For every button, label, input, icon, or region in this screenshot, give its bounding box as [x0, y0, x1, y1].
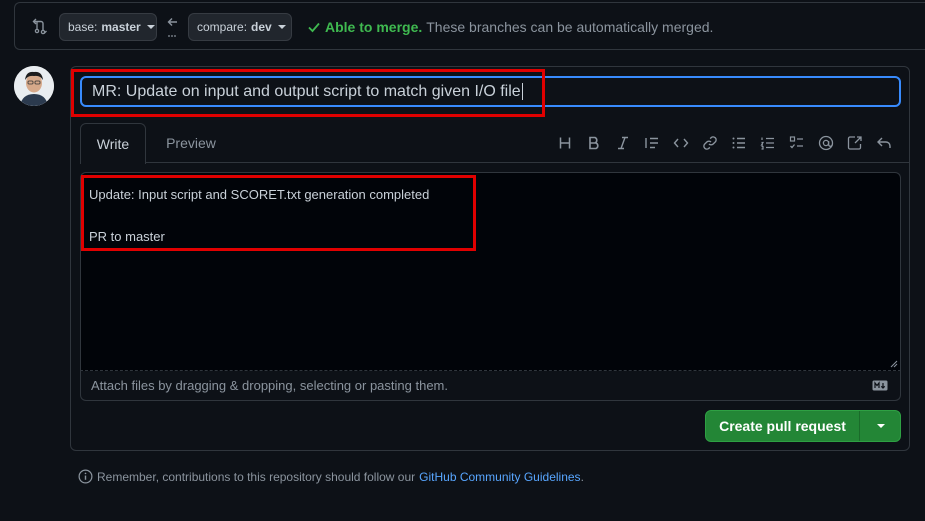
contribution-note-suffix: . [580, 469, 584, 484]
markdown-icon[interactable] [872, 380, 888, 391]
ordered-list-button[interactable] [753, 132, 782, 154]
create-pull-request-label: Create pull request [719, 418, 846, 434]
create-pull-request-button[interactable]: Create pull request [706, 411, 860, 441]
reply-button[interactable] [869, 132, 898, 154]
link-icon [702, 136, 717, 150]
heading-button[interactable] [550, 132, 579, 154]
unordered-list-button[interactable] [724, 132, 753, 154]
merge-status-ok: Able to merge. [325, 19, 423, 35]
quote-icon [644, 137, 658, 149]
code-button[interactable] [666, 132, 695, 154]
avatar[interactable] [14, 66, 54, 106]
mention-icon [818, 135, 833, 151]
pr-body-line: PR to master [89, 229, 165, 244]
cross-reference-button[interactable] [840, 132, 869, 154]
tab-write[interactable]: Write [80, 123, 146, 164]
attach-files-hint: Attach files by dragging & dropping, sel… [91, 378, 448, 393]
attach-files-bar[interactable]: Attach files by dragging & dropping, sel… [80, 371, 901, 401]
tab-preview-label: Preview [166, 135, 216, 151]
ordered-list-icon [759, 137, 774, 150]
chevron-down-icon [277, 25, 286, 29]
compare-branch-value: dev [251, 20, 272, 34]
italic-icon [617, 136, 628, 150]
cross-reference-icon [847, 136, 862, 150]
chevron-down-icon [877, 424, 885, 428]
mention-button[interactable] [811, 132, 840, 154]
create-options-dropdown-button[interactable] [860, 411, 900, 441]
info-icon [78, 469, 93, 484]
pr-body-textarea[interactable]: Update: Input script and SCORET.txt gene… [80, 172, 901, 371]
pr-title-input[interactable]: MR: Update on input and output script to… [80, 76, 901, 107]
resize-handle-icon[interactable] [890, 360, 898, 368]
code-icon [673, 138, 688, 148]
italic-button[interactable] [608, 132, 637, 154]
contribution-note: Remember, contributions to this reposito… [78, 469, 584, 484]
base-branch-button[interactable]: base: master [59, 13, 157, 41]
check-icon [308, 22, 320, 33]
heading-icon [559, 137, 570, 149]
base-branch-value: master [101, 20, 141, 34]
compare-branch-button[interactable]: compare: dev [188, 13, 292, 41]
unordered-list-icon [732, 137, 745, 149]
chevron-down-icon [146, 25, 155, 29]
task-list-button[interactable] [782, 132, 811, 154]
pr-body-line [89, 205, 892, 226]
compare-branch-label: compare: [197, 20, 248, 34]
reply-icon [876, 137, 891, 148]
task-list-icon [789, 136, 803, 149]
base-branch-label: base: [68, 20, 98, 34]
quote-button[interactable] [637, 132, 666, 154]
pr-body-line: Update: Input script and SCORET.txt gene… [89, 187, 430, 202]
contribution-note-text: Remember, contributions to this reposito… [97, 469, 416, 484]
markdown-toolbar [550, 132, 898, 154]
tab-write-label: Write [96, 136, 130, 152]
arrow-left-icon [167, 18, 177, 37]
merge-status: Able to merge. These branches can be aut… [307, 19, 713, 35]
bold-button[interactable] [579, 132, 608, 154]
bold-icon [588, 136, 599, 150]
text-cursor [521, 83, 523, 100]
community-guidelines-link[interactable]: GitHub Community Guidelines [419, 470, 580, 484]
pr-title-value: MR: Update on input and output script to… [92, 82, 521, 100]
user-avatar-image [14, 66, 54, 106]
git-compare-icon [32, 18, 47, 35]
compare-bar: base: master compare: dev Able to merge.… [14, 2, 925, 50]
tab-preview[interactable]: Preview [160, 123, 222, 163]
link-button[interactable] [695, 132, 724, 154]
merge-status-description: These branches can be automatically merg… [426, 19, 714, 35]
create-pull-request-button-group: Create pull request [705, 410, 901, 442]
